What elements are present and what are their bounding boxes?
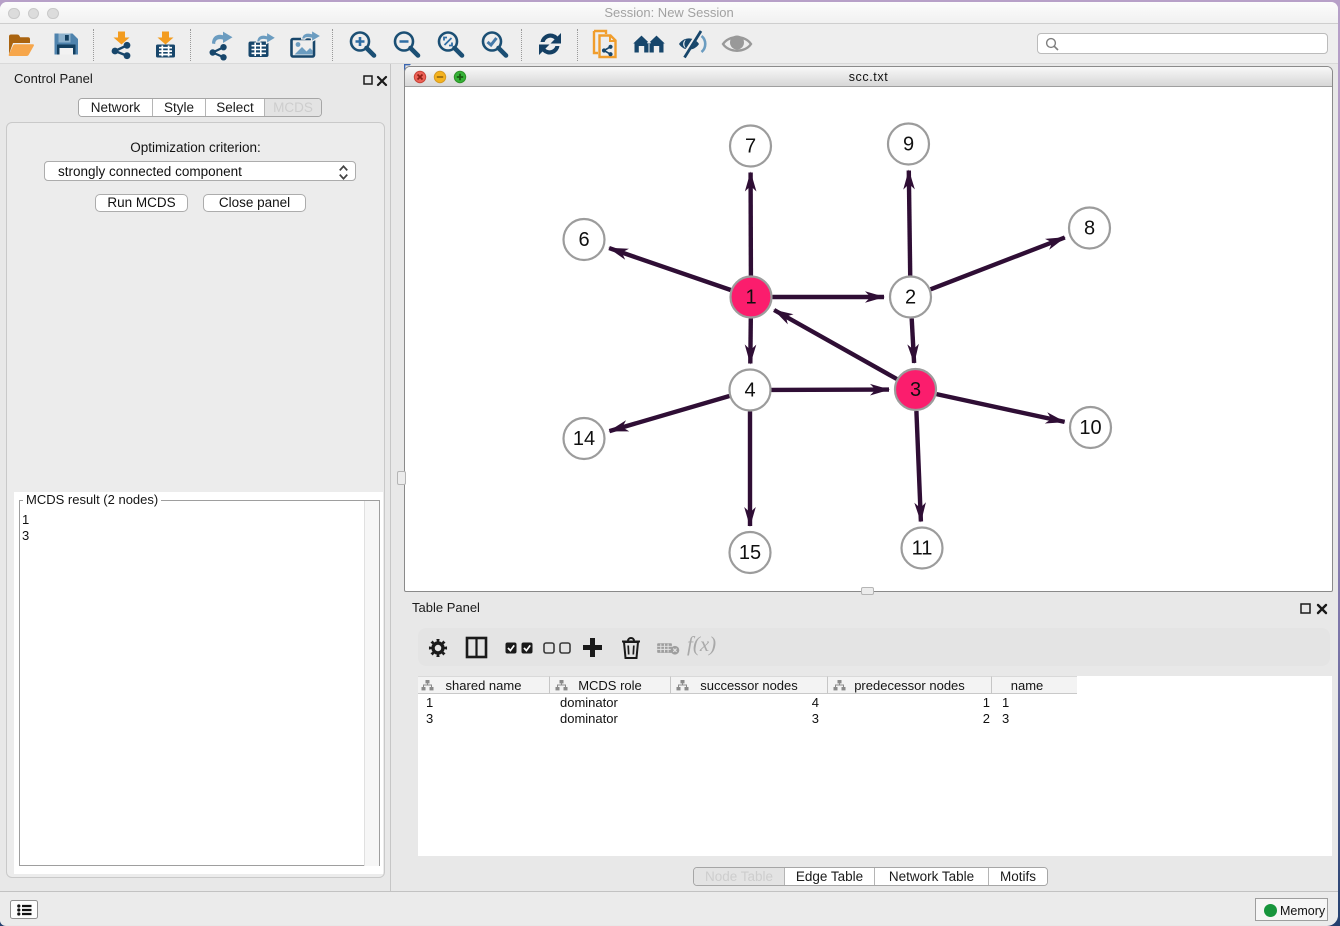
svg-text:3: 3 <box>910 379 921 401</box>
svg-text:1: 1 <box>745 287 756 309</box>
svg-text:15: 15 <box>739 542 761 564</box>
svg-text:8: 8 <box>1084 218 1095 240</box>
svg-text:2: 2 <box>905 287 916 309</box>
svg-text:6: 6 <box>578 229 589 251</box>
svg-text:9: 9 <box>903 134 914 156</box>
svg-text:7: 7 <box>745 136 756 158</box>
svg-text:10: 10 <box>1079 417 1101 439</box>
svg-text:4: 4 <box>744 380 755 402</box>
svg-text:14: 14 <box>573 428 595 450</box>
svg-text:11: 11 <box>912 538 933 560</box>
